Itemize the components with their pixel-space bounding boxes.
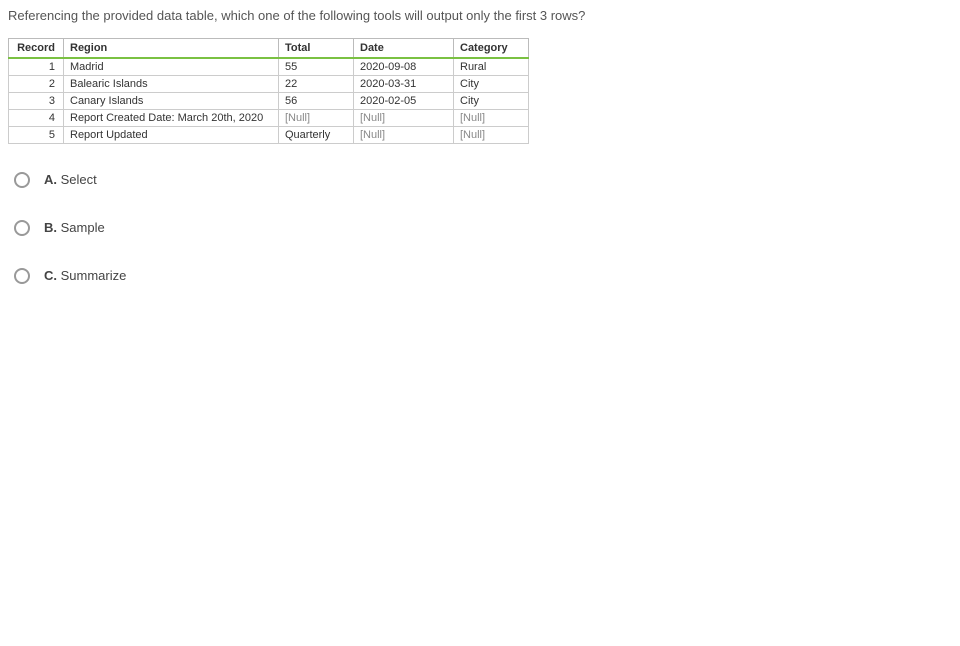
cell-date: 2020-02-05 [354,92,454,109]
radio-icon [14,268,30,284]
cell-category: [Null] [454,126,529,143]
table-header-row: Record Region Total Date Category [9,38,529,58]
cell-category: City [454,75,529,92]
cell-total: 56 [279,92,354,109]
cell-total: 55 [279,58,354,76]
radio-icon [14,172,30,188]
cell-category: Rural [454,58,529,76]
option-letter: B. [44,220,57,235]
cell-record: 5 [9,126,64,143]
option-c[interactable]: C. Summarize [14,268,960,284]
option-text: Sample [61,220,105,235]
option-label: A. Select [44,172,97,187]
option-text: Summarize [61,268,127,283]
cell-date: 2020-09-08 [354,58,454,76]
cell-region: Balearic Islands [64,75,279,92]
radio-icon [14,220,30,236]
table-row: 5 Report Updated Quarterly [Null] [Null] [9,126,529,143]
table-row: 4 Report Created Date: March 20th, 2020 … [9,109,529,126]
cell-category: [Null] [454,109,529,126]
question-text: Referencing the provided data table, whi… [0,0,960,38]
option-a[interactable]: A. Select [14,172,960,188]
option-letter: C. [44,268,57,283]
table-row: 3 Canary Islands 56 2020-02-05 City [9,92,529,109]
header-total: Total [279,38,354,58]
header-category: Category [454,38,529,58]
cell-record: 1 [9,58,64,76]
data-table: Record Region Total Date Category 1 Madr… [8,38,529,144]
cell-date: 2020-03-31 [354,75,454,92]
header-region: Region [64,38,279,58]
header-date: Date [354,38,454,58]
cell-record: 3 [9,92,64,109]
option-text: Select [61,172,97,187]
cell-total: 22 [279,75,354,92]
option-b[interactable]: B. Sample [14,220,960,236]
cell-region: Canary Islands [64,92,279,109]
cell-category: City [454,92,529,109]
table-row: 1 Madrid 55 2020-09-08 Rural [9,58,529,76]
cell-record: 2 [9,75,64,92]
answer-options: A. Select B. Sample C. Summarize [14,172,960,284]
cell-date: [Null] [354,109,454,126]
cell-record: 4 [9,109,64,126]
option-label: B. Sample [44,220,105,235]
option-label: C. Summarize [44,268,126,283]
header-record: Record [9,38,64,58]
cell-region: Report Created Date: March 20th, 2020 [64,109,279,126]
cell-region: Report Updated [64,126,279,143]
cell-date: [Null] [354,126,454,143]
cell-total: [Null] [279,109,354,126]
cell-region: Madrid [64,58,279,76]
table-row: 2 Balearic Islands 22 2020-03-31 City [9,75,529,92]
option-letter: A. [44,172,57,187]
cell-total: Quarterly [279,126,354,143]
